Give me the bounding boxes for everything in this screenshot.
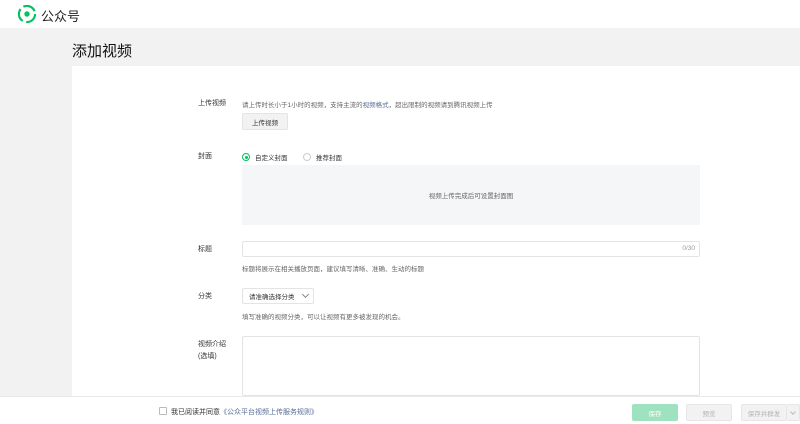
category-hint: 填写准确的视频分类，可以让视频有更多被发现的机会。 xyxy=(242,314,405,321)
brand-name[interactable]: 公众号 xyxy=(41,6,80,25)
service-rules-link[interactable]: 《公众平台视频上传服务规则》 xyxy=(220,409,318,416)
radio-checked-icon xyxy=(242,153,250,161)
video-format-link[interactable]: 视频格式 xyxy=(363,102,389,109)
upload-label: 上传视频 xyxy=(198,100,226,107)
footer-bar: 我已阅读并同意《公众平台视频上传服务规则》 保存 预览 保存并群发 xyxy=(0,396,800,424)
category-select[interactable]: 请准确选择分类 xyxy=(242,288,314,304)
publish-options-dropdown[interactable] xyxy=(787,404,800,421)
preview-button[interactable]: 预览 xyxy=(686,404,732,421)
save-button[interactable]: 保存 xyxy=(632,404,678,421)
intro-label: 视频介绍 (选填) xyxy=(198,341,226,360)
category-label: 分类 xyxy=(198,293,212,300)
cover-label: 封面 xyxy=(198,153,212,160)
upload-video-button[interactable]: 上传视频 xyxy=(242,113,288,130)
title-hint: 标题将展示在相关播放页面，建议填写清晰、准确、生动的标题 xyxy=(242,266,424,273)
top-bar: 公众号 xyxy=(0,0,800,28)
title-label: 标题 xyxy=(198,246,212,253)
agree-text: 我已阅读并同意《公众平台视频上传服务规则》 xyxy=(171,409,318,416)
cover-placeholder: 视频上传完成后可设置封面图 xyxy=(242,165,700,225)
title-input[interactable]: 0/30 xyxy=(242,241,700,257)
agree-checkbox[interactable] xyxy=(159,407,167,415)
save-and-publish-button[interactable]: 保存并群发 xyxy=(741,404,787,421)
radio-recommended-cover[interactable]: 推荐封面 xyxy=(303,152,342,162)
radio-unchecked-icon xyxy=(303,153,311,161)
page-title: 添加视频 xyxy=(72,43,133,60)
intro-textarea[interactable] xyxy=(242,336,700,396)
add-video-form: 上传视频 请上传时长小于1小时的视频，支持主流的视频格式，超出限制的视频请到腾讯… xyxy=(72,66,800,396)
chevron-down-icon xyxy=(790,408,796,415)
radio-custom-cover[interactable]: 自定义封面 xyxy=(242,152,288,162)
title-char-counter: 0/30 xyxy=(682,245,695,252)
chevron-down-icon xyxy=(301,290,310,299)
official-accounts-logo-icon[interactable] xyxy=(18,5,36,23)
upload-hint: 请上传时长小于1小时的视频，支持主流的视频格式，超出限制的视频请到腾讯视频上传 xyxy=(242,102,493,109)
